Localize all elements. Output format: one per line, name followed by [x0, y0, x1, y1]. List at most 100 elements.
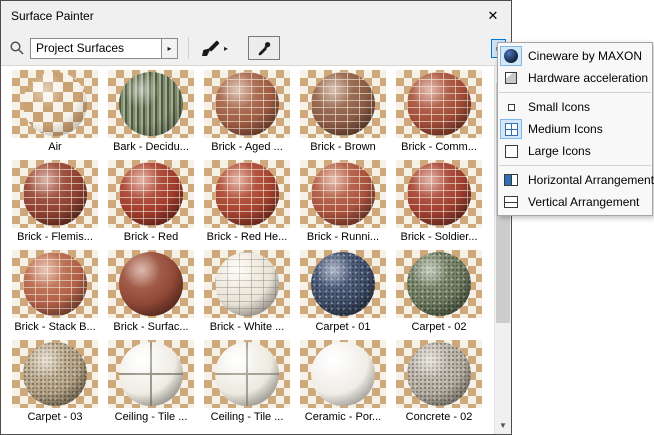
close-button[interactable]: ✕ [475, 1, 511, 31]
material-item[interactable]: Carpet - 02 [391, 250, 487, 333]
material-item[interactable]: Brick - Stack B... [7, 250, 103, 333]
material-sphere [23, 162, 87, 226]
filter-dropdown-button[interactable]: ▸ [162, 37, 178, 59]
material-label: Carpet - 03 [27, 411, 83, 423]
material-item[interactable]: Ceiling - Tile ... [103, 340, 199, 423]
material-preview-tile [108, 340, 194, 408]
eyedropper-icon [258, 42, 271, 56]
close-icon: ✕ [487, 8, 499, 23]
menu-item-horizontal-arrangement[interactable]: Horizontal Arrangement [498, 169, 654, 191]
material-label: Ceiling - Tile ... [210, 411, 284, 423]
material-item[interactable]: Brick - Aged ... [199, 70, 295, 153]
material-sphere [215, 72, 279, 136]
material-label: Brick - Runni... [306, 231, 380, 243]
material-sphere [215, 342, 279, 406]
material-label: Bark - Decidu... [113, 141, 189, 153]
material-preview-tile [12, 340, 98, 408]
material-label: Brick - Flemis... [17, 231, 93, 243]
material-sphere [311, 252, 375, 316]
menu-item-hardware-acceleration[interactable]: Hardware acceleration [498, 67, 652, 89]
material-sphere [119, 72, 183, 136]
menu-item-label: Cineware by MAXON [528, 49, 643, 63]
material-item[interactable]: Ceramic - Por... [295, 340, 391, 423]
material-label: Carpet - 01 [315, 321, 371, 333]
paint-brush-icon [201, 39, 221, 57]
material-preview-tile [300, 340, 386, 408]
scroll-down-button[interactable]: ▼ [495, 417, 511, 434]
surface-filter-input[interactable] [30, 37, 162, 59]
material-item[interactable]: Brick - Red [103, 160, 199, 243]
material-preview-tile [396, 250, 482, 318]
material-label: Ceiling - Tile ... [114, 411, 188, 423]
paint-brush-button[interactable]: ▸ [199, 37, 230, 59]
cineware-icon [500, 46, 522, 66]
material-item[interactable]: Brick - White ... [199, 250, 295, 333]
surface-list-area: Air Bark - Decidu... Brick - Aged ... Brick… [1, 65, 511, 434]
chevron-right-icon: ▸ [167, 43, 172, 53]
menu-item-large-icons[interactable]: Large Icons [498, 140, 652, 162]
material-preview-tile [396, 70, 482, 138]
material-sphere [311, 72, 375, 136]
toolbar: ▸ ▸ ▸ [1, 31, 511, 65]
material-item[interactable]: Brick - Surfac... [103, 250, 199, 333]
material-item[interactable]: Brick - Flemis... [7, 160, 103, 243]
material-sphere [407, 342, 471, 406]
menu-item-vertical-arrangement[interactable]: Vertical Arrangement [498, 191, 652, 213]
title-bar[interactable]: Surface Painter ✕ [1, 1, 511, 31]
menu-item-medium-icons[interactable]: Medium Icons [498, 118, 652, 140]
surface-painter-dialog: Surface Painter ✕ ▸ ▸ [0, 0, 512, 435]
material-preview-tile [12, 70, 98, 138]
arrow-down-icon: ▼ [499, 421, 507, 430]
material-sphere [215, 162, 279, 226]
material-preview-tile [300, 250, 386, 318]
material-sphere [311, 162, 375, 226]
material-label: Brick - Stack B... [14, 321, 96, 333]
material-label: Brick - Red [123, 231, 179, 243]
menu-item-small-icons[interactable]: Small Icons [498, 96, 652, 118]
material-item[interactable]: Air [7, 70, 103, 153]
material-label: Brick - Soldier... [400, 231, 478, 243]
material-item[interactable]: Concrete - 02 [391, 340, 487, 423]
material-item[interactable]: Brick - Comm... [391, 70, 487, 153]
material-item[interactable]: Brick - Brown [295, 70, 391, 153]
material-label: Brick - Red He... [206, 231, 288, 243]
material-item[interactable]: Brick - Red He... [199, 160, 295, 243]
material-sphere [119, 162, 183, 226]
material-item[interactable]: Carpet - 01 [295, 250, 391, 333]
material-label: Ceramic - Por... [304, 411, 382, 423]
material-item[interactable]: Brick - Soldier... [391, 160, 487, 243]
material-label: Brick - Aged ... [211, 141, 283, 153]
material-label: Air [48, 141, 62, 153]
material-sphere [23, 72, 87, 136]
material-item[interactable]: Ceiling - Tile ... [199, 340, 295, 423]
material-label: Concrete - 02 [405, 411, 473, 423]
brush-dropdown-icon: ▸ [224, 43, 229, 53]
eyedropper-button[interactable] [248, 36, 281, 60]
material-sphere [407, 252, 471, 316]
material-label: Brick - Surfac... [113, 321, 189, 333]
materials-grid: Air Bark - Decidu... Brick - Aged ... Brick… [1, 66, 494, 434]
material-sphere [215, 252, 279, 316]
menu-item-label: Large Icons [528, 144, 591, 158]
material-sphere [119, 342, 183, 406]
material-label: Brick - White ... [209, 321, 285, 333]
material-sphere [407, 162, 471, 226]
material-item[interactable]: Bark - Decidu... [103, 70, 199, 153]
material-item[interactable]: Brick - Runni... [295, 160, 391, 243]
material-label: Carpet - 02 [411, 321, 467, 333]
material-label: Brick - Comm... [401, 141, 477, 153]
material-item[interactable]: Carpet - 03 [7, 340, 103, 423]
material-preview-tile [108, 70, 194, 138]
menu-item-label: Horizontal Arrangement [528, 173, 654, 187]
material-sphere [311, 342, 375, 406]
menu-item-cineware[interactable]: Cineware by MAXON [498, 45, 652, 67]
hardware-acceleration-icon [500, 68, 522, 88]
material-sphere [407, 72, 471, 136]
material-preview-tile [12, 160, 98, 228]
panel-options-popup-menu: Cineware by MAXON Hardware acceleration Sm… [497, 42, 654, 216]
large-icons-icon [500, 141, 522, 161]
menu-separator [499, 92, 651, 93]
material-preview-tile [300, 160, 386, 228]
material-label: Brick - Brown [310, 141, 376, 153]
horizontal-arrangement-icon [500, 170, 522, 190]
